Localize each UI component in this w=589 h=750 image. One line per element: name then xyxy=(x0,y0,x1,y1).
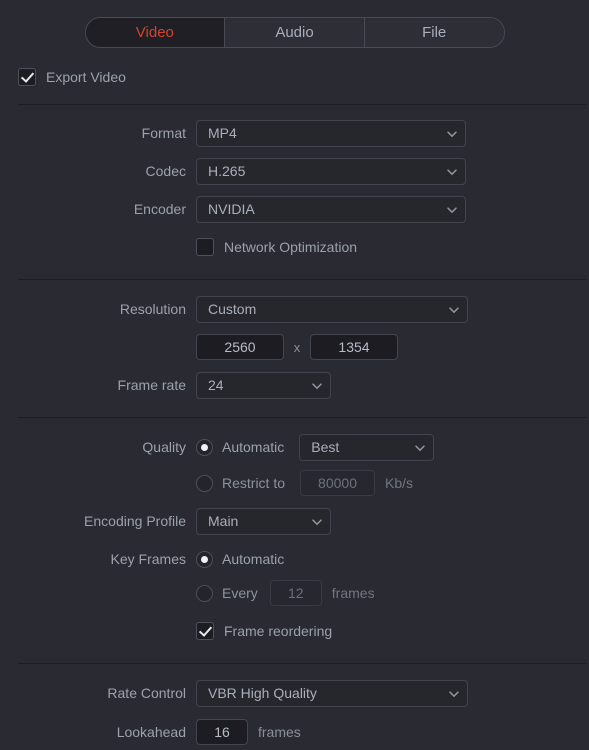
frame-reordering-control[interactable]: Frame reordering xyxy=(196,622,332,640)
encoding-profile-value: Main xyxy=(208,513,239,529)
chevron-down-icon xyxy=(414,442,425,453)
quality-section: Quality Automatic Best Restrict to 80000… xyxy=(0,418,589,645)
encoder-value: NVIDIA xyxy=(208,201,255,217)
key-frames-label: Key Frames xyxy=(110,551,186,567)
key-frames-every-input[interactable]: 12 xyxy=(269,580,322,606)
quality-restrict-input[interactable]: 80000 xyxy=(300,470,376,496)
network-optimization-checkbox[interactable] xyxy=(196,238,214,256)
network-optimization-control[interactable]: Network Optimization xyxy=(196,238,357,256)
encoding-profile-label: Encoding Profile xyxy=(84,513,186,529)
key-frames-unit: frames xyxy=(331,585,375,601)
lookahead-row: Lookahead 16 frames xyxy=(0,718,589,746)
chevron-down-icon xyxy=(448,304,459,315)
dimension-separator: x xyxy=(293,339,301,355)
frame-rate-value: 24 xyxy=(208,377,224,393)
chevron-down-icon xyxy=(446,204,457,215)
quality-label: Quality xyxy=(142,439,186,455)
resolution-value: Custom xyxy=(208,301,257,317)
resolution-dropdown[interactable]: Custom xyxy=(196,295,468,323)
lookahead-label: Lookahead xyxy=(116,724,186,740)
resolution-width-input[interactable]: 2560 xyxy=(196,334,284,360)
export-video-checkbox[interactable] xyxy=(18,68,36,86)
encoding-profile-row: Encoding Profile Main xyxy=(0,507,589,535)
format-value: MP4 xyxy=(208,125,237,141)
rate-control-value: VBR High Quality xyxy=(208,685,317,701)
tab-video[interactable]: Video xyxy=(85,18,226,47)
frame-reordering-row: Frame reordering xyxy=(0,617,589,645)
codec-dropdown[interactable]: H.265 xyxy=(196,157,466,185)
rate-control-section: Rate Control VBR High Quality Lookahead … xyxy=(0,664,589,746)
format-section: Format MP4 Codec H.265 Encoder NVIDIA Ne… xyxy=(0,105,589,261)
quality-automatic-row: Quality Automatic Best xyxy=(0,433,589,461)
quality-restrict-row: Restrict to 80000 Kb/s xyxy=(0,469,589,497)
key-frames-every-row: Every 12 frames xyxy=(0,579,589,607)
export-video-row[interactable]: Export Video xyxy=(18,68,589,86)
quality-restrict-label: Restrict to xyxy=(222,475,286,491)
format-row: Format MP4 xyxy=(0,119,589,147)
rate-control-row: Rate Control VBR High Quality xyxy=(0,679,589,707)
tab-bar-container: Video Audio File xyxy=(0,0,589,48)
quality-automatic-label: Automatic xyxy=(222,439,285,455)
quality-automatic-radio[interactable] xyxy=(196,438,213,456)
lookahead-input[interactable]: 16 xyxy=(196,719,248,745)
lookahead-unit: frames xyxy=(258,724,301,740)
frame-reordering-checkbox[interactable] xyxy=(196,622,214,640)
key-frames-automatic-radio[interactable] xyxy=(196,550,213,568)
rate-control-dropdown[interactable]: VBR High Quality xyxy=(196,679,468,707)
quality-automatic-dropdown[interactable]: Best xyxy=(299,433,435,461)
format-label: Format xyxy=(141,125,186,141)
resolution-height-input[interactable]: 1354 xyxy=(310,334,398,360)
quality-restrict-radio[interactable] xyxy=(196,474,213,492)
tab-bar: Video Audio File xyxy=(84,17,505,48)
format-dropdown[interactable]: MP4 xyxy=(196,119,466,147)
rate-control-label: Rate Control xyxy=(107,685,186,701)
resolution-row: Resolution Custom xyxy=(0,295,589,323)
key-frames-automatic-row: Key Frames Automatic xyxy=(0,545,589,573)
key-frames-every-radio[interactable] xyxy=(196,584,213,602)
resolution-label: Resolution xyxy=(119,301,186,317)
quality-restrict-unit: Kb/s xyxy=(385,475,414,491)
codec-label: Codec xyxy=(145,163,186,179)
quality-automatic-value: Best xyxy=(311,439,340,455)
frame-reordering-label: Frame reordering xyxy=(224,623,333,639)
chevron-down-icon xyxy=(446,128,457,139)
tab-file[interactable]: File xyxy=(364,18,504,47)
frame-rate-dropdown[interactable]: 24 xyxy=(196,371,331,399)
key-frames-automatic-label: Automatic xyxy=(222,551,285,567)
encoder-dropdown[interactable]: NVIDIA xyxy=(196,195,466,223)
resolution-dimensions-row: 2560 x 1354 xyxy=(0,333,589,361)
export-video-label: Export Video xyxy=(46,69,126,85)
chevron-down-icon xyxy=(448,688,459,699)
tab-audio[interactable]: Audio xyxy=(225,18,365,47)
network-optimization-row: Network Optimization xyxy=(0,233,589,261)
encoding-profile-dropdown[interactable]: Main xyxy=(196,507,331,535)
key-frames-every-label: Every xyxy=(222,585,258,601)
chevron-down-icon xyxy=(311,516,322,527)
encoder-label: Encoder xyxy=(133,201,186,217)
chevron-down-icon xyxy=(446,166,457,177)
codec-value: H.265 xyxy=(208,163,246,179)
network-optimization-label: Network Optimization xyxy=(224,239,358,255)
codec-row: Codec H.265 xyxy=(0,157,589,185)
chevron-down-icon xyxy=(311,380,322,391)
resolution-section: Resolution Custom 2560 x 1354 Frame rate… xyxy=(0,280,589,399)
encoder-row: Encoder NVIDIA xyxy=(0,195,589,223)
frame-rate-row: Frame rate 24 xyxy=(0,371,589,399)
frame-rate-label: Frame rate xyxy=(117,377,186,393)
